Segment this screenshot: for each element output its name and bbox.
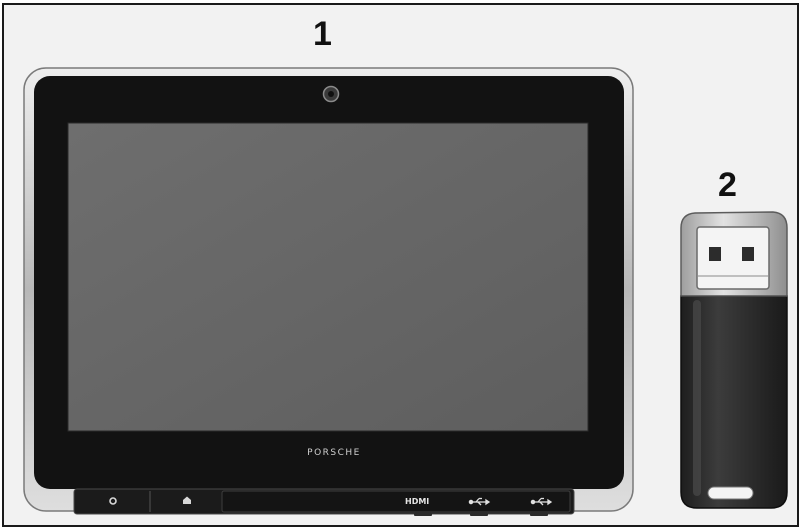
usb-port-slot: [530, 512, 548, 516]
usb-port-slot: [470, 512, 488, 516]
tablet-screen: [67, 122, 589, 432]
product-illustration: [23, 67, 788, 516]
usb-connector-hole: [742, 247, 754, 261]
lanyard-slot: [707, 486, 754, 500]
hdmi-port-icon: [414, 512, 432, 516]
camera-lens: [328, 91, 334, 97]
usb-connector: [696, 226, 770, 290]
usb-stick-highlight: [693, 300, 701, 496]
usb-connector-hole: [709, 247, 721, 261]
hdmi-label: HDMI: [405, 497, 430, 506]
brand-logo: PORSCHE: [307, 448, 361, 458]
usb-stick: [680, 211, 788, 509]
port-panel: [221, 490, 571, 513]
